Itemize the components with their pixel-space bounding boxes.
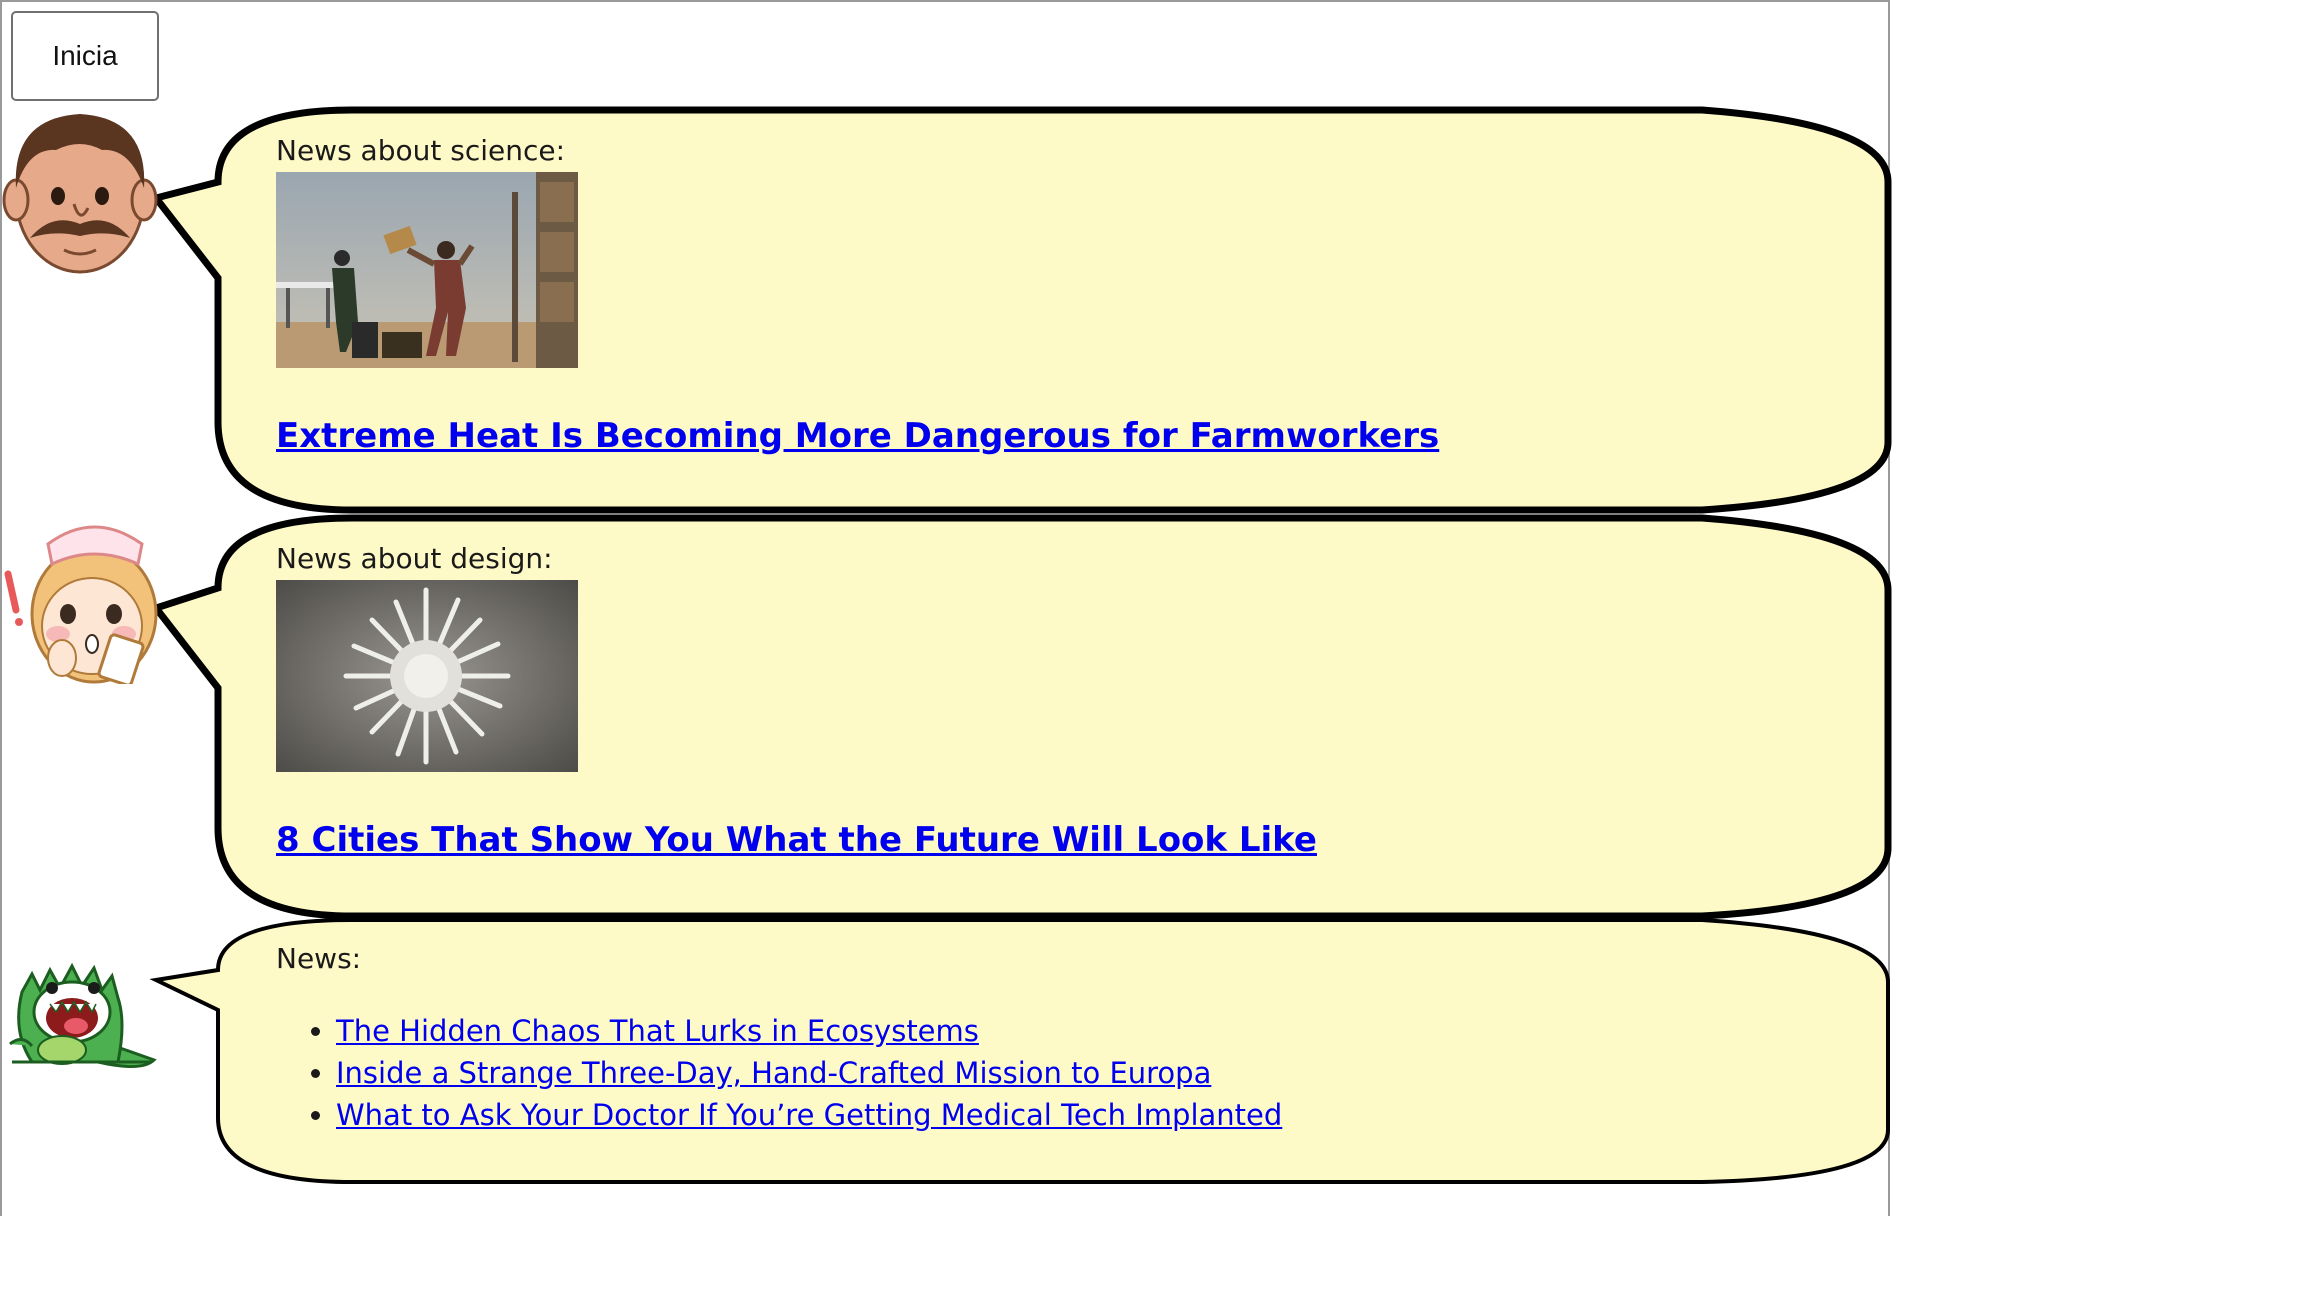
- bubble-science-content: News about science: Extreme Heat Is Beco…: [276, 134, 1439, 456]
- list-item: The Hidden Chaos That Lurks in Ecosystem…: [336, 1010, 1282, 1052]
- start-button[interactable]: Inicia: [11, 11, 159, 101]
- article-link-farmworkers[interactable]: Extreme Heat Is Becoming More Dangerous …: [276, 416, 1439, 456]
- farmworkers-photo[interactable]: [276, 172, 578, 368]
- green-monster-icon: [9, 962, 157, 1068]
- bubble-design-content: News about design: 8 Cities That Show Yo…: [276, 542, 1317, 860]
- page-frame: Inicia News about science: Extreme Heat …: [0, 0, 1892, 1216]
- bubble-heading-science: News about science:: [276, 134, 566, 167]
- bubble-heading-design: News about design:: [276, 542, 553, 575]
- bubble-news-content: News: The Hidden Chaos That Lurks in Eco…: [276, 942, 1282, 1136]
- future-city-sculpture-photo[interactable]: [276, 580, 578, 772]
- mustache-man-icon: [2, 114, 158, 274]
- list-item: Inside a Strange Three-Day, Hand-Crafted…: [336, 1052, 1282, 1094]
- nurse-girl-icon: [4, 525, 158, 684]
- news-list: The Hidden Chaos That Lurks in Ecosystem…: [276, 1010, 1282, 1136]
- news-link-ecosystems[interactable]: The Hidden Chaos That Lurks in Ecosystem…: [336, 1014, 979, 1048]
- news-link-medical-tech[interactable]: What to Ask Your Doctor If You’re Gettin…: [336, 1098, 1282, 1132]
- list-item: What to Ask Your Doctor If You’re Gettin…: [336, 1094, 1282, 1136]
- article-link-future-cities[interactable]: 8 Cities That Show You What the Future W…: [276, 820, 1317, 860]
- bubble-heading-news: News:: [276, 942, 362, 975]
- news-link-europa[interactable]: Inside a Strange Three-Day, Hand-Crafted…: [336, 1056, 1211, 1090]
